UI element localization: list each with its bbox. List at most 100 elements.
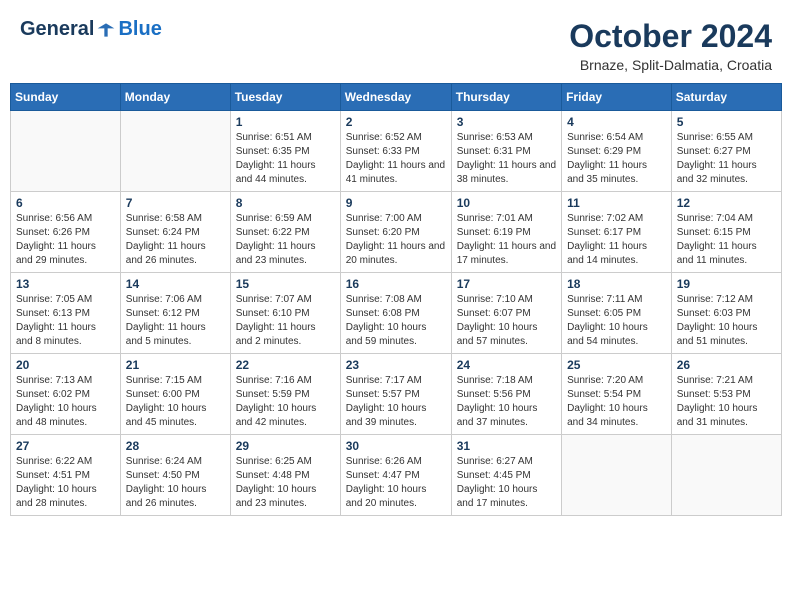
calendar-cell: 1 Sunrise: 6:51 AMSunset: 6:35 PMDaylight… [230, 111, 340, 192]
day-detail: Sunrise: 6:59 AMSunset: 6:22 PMDaylight:… [236, 212, 335, 268]
day-number: 16 [346, 277, 446, 291]
logo-icon [96, 20, 116, 40]
calendar-cell: 26 Sunrise: 7:21 AMSunset: 5:53 PMDayligh… [671, 354, 781, 435]
calendar-cell [120, 111, 230, 192]
calendar-cell: 9 Sunrise: 7:00 AMSunset: 6:20 PMDaylight… [340, 192, 451, 273]
calendar-cell: 3Sunrise: 6:53 AMSunset: 6:31 PMDaylight… [451, 111, 561, 192]
day-number: 9 [346, 196, 446, 210]
day-detail: Sunrise: 7:21 AMSunset: 5:53 PMDaylight:… [677, 374, 776, 430]
day-detail: Sunrise: 6:24 AMSunset: 4:50 PMDaylight:… [126, 455, 225, 511]
calendar-cell: 16 Sunrise: 7:08 AMSunset: 6:08 PMDayligh… [340, 273, 451, 354]
day-number: 6 [16, 196, 115, 210]
calendar-cell: 7Sunrise: 6:58 AMSunset: 6:24 PMDaylight… [120, 192, 230, 273]
day-number: 26 [677, 358, 776, 372]
calendar-cell [562, 435, 672, 516]
weekday-header-friday: Friday [562, 84, 672, 111]
calendar-cell: 24Sunrise: 7:18 AMSunset: 5:56 PMDayligh… [451, 354, 561, 435]
day-detail: Sunrise: 6:52 AMSunset: 6:33 PMDaylight:… [346, 131, 446, 187]
day-detail: Sunrise: 6:27 AMSunset: 4:45 PMDaylight:… [457, 455, 556, 511]
day-number: 30 [346, 439, 446, 453]
calendar-cell: 8 Sunrise: 6:59 AMSunset: 6:22 PMDaylight… [230, 192, 340, 273]
day-number: 31 [457, 439, 556, 453]
calendar-table: SundayMondayTuesdayWednesdayThursdayFrid… [10, 83, 782, 516]
weekday-header-thursday: Thursday [451, 84, 561, 111]
day-number: 2 [346, 115, 446, 129]
day-number: 17 [457, 277, 556, 291]
day-number: 4 [567, 115, 666, 129]
calendar-cell: 28 Sunrise: 6:24 AMSunset: 4:50 PMDayligh… [120, 435, 230, 516]
day-number: 28 [126, 439, 225, 453]
day-number: 27 [16, 439, 115, 453]
day-number: 14 [126, 277, 225, 291]
calendar-cell: 2 Sunrise: 6:52 AMSunset: 6:33 PMDaylight… [340, 111, 451, 192]
day-number: 15 [236, 277, 335, 291]
day-detail: Sunrise: 6:25 AMSunset: 4:48 PMDaylight:… [236, 455, 335, 511]
weekday-header-monday: Monday [120, 84, 230, 111]
calendar-cell: 14 Sunrise: 7:06 AMSunset: 6:12 PMDayligh… [120, 273, 230, 354]
day-detail: Sunrise: 7:02 AMSunset: 6:17 PMDaylight:… [567, 212, 666, 268]
calendar-cell: 17 Sunrise: 7:10 AMSunset: 6:07 PMDayligh… [451, 273, 561, 354]
day-detail: Sunrise: 7:05 AMSunset: 6:13 PMDaylight:… [16, 293, 115, 349]
calendar-cell: 18Sunrise: 7:11 AMSunset: 6:05 PMDayligh… [562, 273, 672, 354]
calendar-cell: 19 Sunrise: 7:12 AMSunset: 6:03 PMDayligh… [671, 273, 781, 354]
day-detail: Sunrise: 7:10 AMSunset: 6:07 PMDaylight:… [457, 293, 556, 349]
day-detail: Sunrise: 7:01 AMSunset: 6:19 PMDaylight:… [457, 212, 556, 268]
day-number: 19 [677, 277, 776, 291]
weekday-header-saturday: Saturday [671, 84, 781, 111]
calendar-cell: 4Sunrise: 6:54 AMSunset: 6:29 PMDaylight… [562, 111, 672, 192]
calendar-cell: 11Sunrise: 7:02 AMSunset: 6:17 PMDayligh… [562, 192, 672, 273]
weekday-header-row: SundayMondayTuesdayWednesdayThursdayFrid… [11, 84, 782, 111]
day-detail: Sunrise: 6:56 AMSunset: 6:26 PMDaylight:… [16, 212, 115, 268]
day-detail: Sunrise: 7:13 AMSunset: 6:02 PMDaylight:… [16, 374, 115, 430]
calendar-cell: 29Sunrise: 6:25 AMSunset: 4:48 PMDayligh… [230, 435, 340, 516]
day-detail: Sunrise: 6:26 AMSunset: 4:47 PMDaylight:… [346, 455, 446, 511]
title-area: October 2024 Brnaze, Split-Dalmatia, Cro… [569, 18, 772, 73]
day-number: 8 [236, 196, 335, 210]
day-detail: Sunrise: 7:12 AMSunset: 6:03 PMDaylight:… [677, 293, 776, 349]
day-detail: Sunrise: 7:18 AMSunset: 5:56 PMDaylight:… [457, 374, 556, 430]
day-detail: Sunrise: 6:55 AMSunset: 6:27 PMDaylight:… [677, 131, 776, 187]
month-title: October 2024 [569, 18, 772, 55]
day-number: 3 [457, 115, 556, 129]
calendar-cell: 21Sunrise: 7:15 AMSunset: 6:00 PMDayligh… [120, 354, 230, 435]
calendar-cell: 25Sunrise: 7:20 AMSunset: 5:54 PMDayligh… [562, 354, 672, 435]
weekday-header-wednesday: Wednesday [340, 84, 451, 111]
logo: General Blue [20, 18, 162, 41]
day-detail: Sunrise: 7:07 AMSunset: 6:10 PMDaylight:… [236, 293, 335, 349]
day-detail: Sunrise: 7:04 AMSunset: 6:15 PMDaylight:… [677, 212, 776, 268]
calendar-week-row: 27 Sunrise: 6:22 AMSunset: 4:51 PMDayligh… [11, 435, 782, 516]
calendar-cell: 15 Sunrise: 7:07 AMSunset: 6:10 PMDayligh… [230, 273, 340, 354]
day-number: 22 [236, 358, 335, 372]
calendar-week-row: 20 Sunrise: 7:13 AMSunset: 6:02 PMDayligh… [11, 354, 782, 435]
day-detail: Sunrise: 6:51 AMSunset: 6:35 PMDaylight:… [236, 131, 335, 187]
calendar-cell: 10 Sunrise: 7:01 AMSunset: 6:19 PMDayligh… [451, 192, 561, 273]
day-detail: Sunrise: 7:17 AMSunset: 5:57 PMDaylight:… [346, 374, 446, 430]
calendar-cell: 23Sunrise: 7:17 AMSunset: 5:57 PMDayligh… [340, 354, 451, 435]
day-number: 10 [457, 196, 556, 210]
weekday-header-tuesday: Tuesday [230, 84, 340, 111]
day-number: 5 [677, 115, 776, 129]
day-number: 21 [126, 358, 225, 372]
calendar-week-row: 1 Sunrise: 6:51 AMSunset: 6:35 PMDaylight… [11, 111, 782, 192]
subtitle: Brnaze, Split-Dalmatia, Croatia [569, 57, 772, 73]
calendar-cell: 31 Sunrise: 6:27 AMSunset: 4:45 PMDayligh… [451, 435, 561, 516]
calendar-cell: 13Sunrise: 7:05 AMSunset: 6:13 PMDayligh… [11, 273, 121, 354]
day-detail: Sunrise: 7:06 AMSunset: 6:12 PMDaylight:… [126, 293, 225, 349]
calendar-cell: 27 Sunrise: 6:22 AMSunset: 4:51 PMDayligh… [11, 435, 121, 516]
logo-general: General [20, 18, 94, 41]
calendar-cell: 12Sunrise: 7:04 AMSunset: 6:15 PMDayligh… [671, 192, 781, 273]
calendar-cell [671, 435, 781, 516]
calendar-cell [11, 111, 121, 192]
day-number: 18 [567, 277, 666, 291]
day-detail: Sunrise: 7:08 AMSunset: 6:08 PMDaylight:… [346, 293, 446, 349]
calendar-cell: 20 Sunrise: 7:13 AMSunset: 6:02 PMDayligh… [11, 354, 121, 435]
day-number: 1 [236, 115, 335, 129]
day-number: 20 [16, 358, 115, 372]
day-detail: Sunrise: 6:58 AMSunset: 6:24 PMDaylight:… [126, 212, 225, 268]
weekday-header-sunday: Sunday [11, 84, 121, 111]
day-detail: Sunrise: 7:20 AMSunset: 5:54 PMDaylight:… [567, 374, 666, 430]
calendar-cell: 22Sunrise: 7:16 AMSunset: 5:59 PMDayligh… [230, 354, 340, 435]
calendar-week-row: 6 Sunrise: 6:56 AMSunset: 6:26 PMDaylight… [11, 192, 782, 273]
day-detail: Sunrise: 7:00 AMSunset: 6:20 PMDaylight:… [346, 212, 446, 268]
day-detail: Sunrise: 6:22 AMSunset: 4:51 PMDaylight:… [16, 455, 115, 511]
